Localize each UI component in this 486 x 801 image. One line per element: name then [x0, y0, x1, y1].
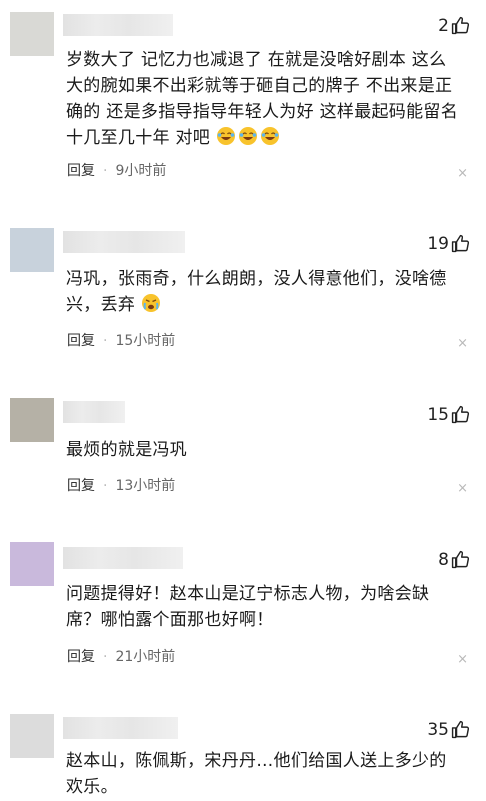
- comment-text: 问题提得好！赵本山是辽宁标志人物，为啥会缺席？哪怕露个面那也好啊！: [66, 584, 430, 630]
- reply-button[interactable]: 回复: [67, 163, 95, 179]
- laughing-tears-icon: [238, 127, 257, 145]
- close-icon[interactable]: ×: [457, 482, 468, 496]
- thumbs-up-icon[interactable]: [451, 16, 470, 35]
- laughing-tears-icon: [216, 127, 235, 145]
- comment-time: 13小时前: [115, 478, 176, 494]
- crying-face-icon: [141, 294, 160, 312]
- username-blurred[interactable]: [63, 401, 125, 423]
- comment-item: 35 赵本山，陈佩斯，宋丹丹…他们给国人送上多少的欢乐。: [0, 700, 486, 801]
- comment-meta: 回复 · 13小时前: [67, 477, 175, 495]
- comment-item: 2 岁数大了 记忆力也减退了 在就是没啥好剧本 这么大的腕如果不出彩就等于砸自己…: [0, 0, 486, 200]
- reply-button[interactable]: 回复: [67, 478, 95, 494]
- like-count: 8: [438, 550, 449, 570]
- username-blurred[interactable]: [63, 14, 173, 36]
- comment-meta: 回复 · 9小时前: [67, 162, 166, 180]
- like-count: 2: [438, 16, 449, 36]
- comment-text: 赵本山，陈佩斯，宋丹丹…他们给国人送上多少的欢乐。: [66, 751, 447, 797]
- avatar[interactable]: [10, 228, 54, 272]
- avatar[interactable]: [10, 714, 54, 758]
- comment-text: 最烦的就是冯巩: [66, 440, 188, 460]
- close-icon[interactable]: ×: [457, 337, 468, 351]
- close-icon[interactable]: ×: [457, 653, 468, 667]
- comment-item: 8 问题提得好！赵本山是辽宁标志人物，为啥会缺席？哪怕露个面那也好啊！ 回复 · 2…: [0, 520, 486, 700]
- meta-separator: ·: [103, 333, 108, 349]
- comment-meta: 回复 · 15小时前: [67, 332, 175, 350]
- comment-text: 冯巩，张雨奇，什么朗朗，没人得意他们，没啥德兴，丢弃: [66, 269, 447, 315]
- comment-time: 15小时前: [115, 333, 176, 349]
- avatar[interactable]: [10, 12, 54, 56]
- thumbs-up-icon[interactable]: [451, 720, 470, 739]
- like-count: 19: [427, 234, 449, 254]
- like-count: 15: [427, 405, 449, 425]
- comment-meta: 回复 · 21小时前: [67, 648, 175, 666]
- comment-text: 岁数大了 记忆力也减退了 在就是没啥好剧本 这么大的腕如果不出彩就等于砸自己的牌…: [66, 50, 459, 148]
- laughing-tears-icon: [260, 127, 279, 145]
- avatar[interactable]: [10, 542, 54, 586]
- avatar[interactable]: [10, 398, 54, 442]
- comment-item: 15 最烦的就是冯巩 回复 · 13小时前 ×: [0, 380, 486, 520]
- close-icon[interactable]: ×: [457, 167, 468, 181]
- emoji-group: [216, 127, 282, 148]
- comment-time: 9小时前: [115, 163, 167, 179]
- reply-button[interactable]: 回复: [67, 649, 95, 665]
- reply-button[interactable]: 回复: [67, 333, 95, 349]
- thumbs-up-icon[interactable]: [451, 234, 470, 253]
- username-blurred[interactable]: [63, 717, 178, 739]
- username-blurred[interactable]: [63, 231, 185, 253]
- comment-item: 19 冯巩，张雨奇，什么朗朗，没人得意他们，没啥德兴，丢弃 回复 · 15小时前 ×: [0, 200, 486, 380]
- meta-separator: ·: [103, 163, 108, 179]
- thumbs-up-icon[interactable]: [451, 405, 470, 424]
- username-blurred[interactable]: [63, 547, 183, 569]
- thumbs-up-icon[interactable]: [451, 550, 470, 569]
- meta-separator: ·: [103, 478, 108, 494]
- comment-time: 21小时前: [115, 649, 176, 665]
- meta-separator: ·: [103, 649, 108, 665]
- like-count: 35: [427, 720, 449, 740]
